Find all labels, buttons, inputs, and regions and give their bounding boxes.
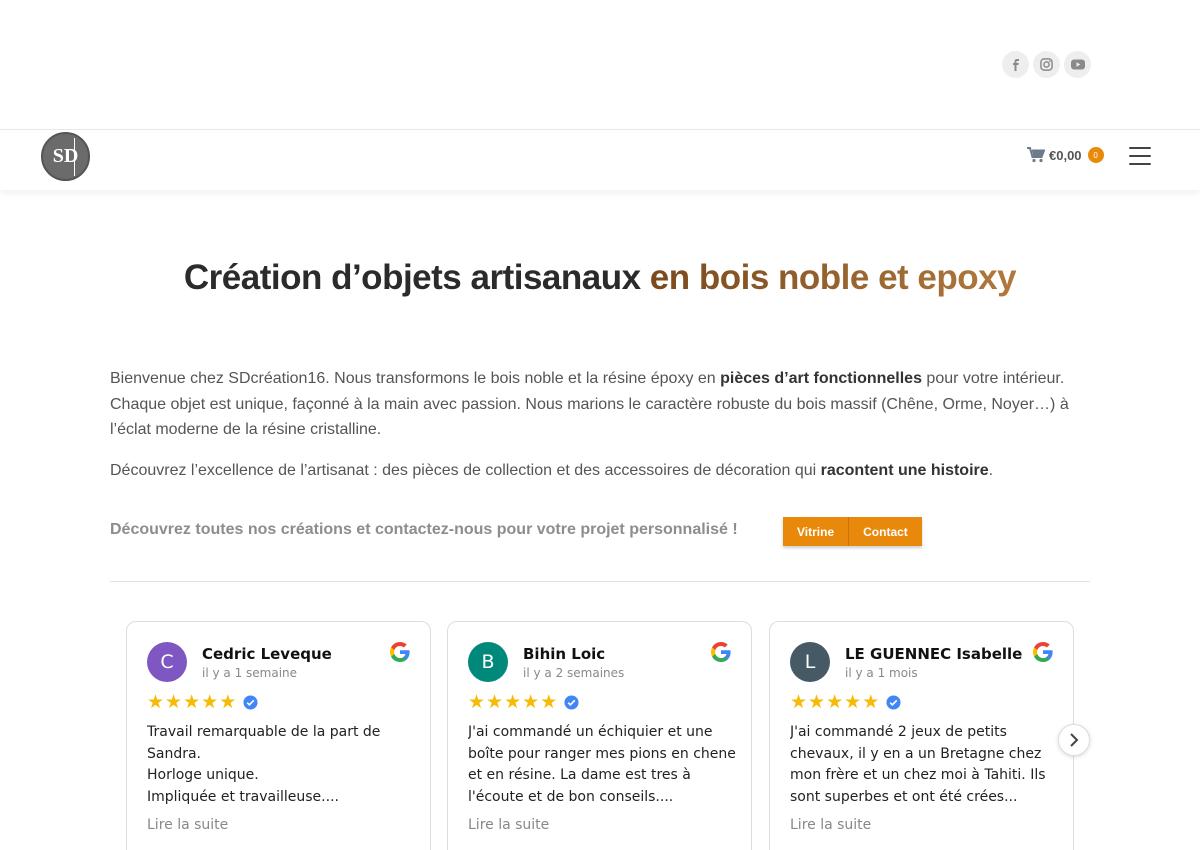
star-icon: ★ [201,691,219,713]
cart-count-badge: 0 [1087,147,1104,163]
cart-icon [1027,147,1045,163]
intro-text: Bienvenue chez SDcréation16. Nous transf… [110,366,1095,498]
social-links [1002,51,1091,78]
intro-paragraph-2: Découvrez l’excellence de l’artisanat : … [110,461,994,479]
star-icon: ★ [165,691,183,713]
cart-amount: €0,00 [1049,147,1082,163]
page-title-part1: Création d’objets artisanaux [183,258,650,297]
vitrine-button[interactable]: Vitrine [783,517,849,546]
google-icon [1033,642,1053,662]
site-header: SD €0,00 0 [0,129,1200,190]
instagram-icon[interactable] [1033,51,1060,78]
star-icon: ★ [504,691,522,713]
rating-stars: ★ ★ ★ ★ ★ [147,693,258,712]
reviewer-name: LE GUENNEC Isabelle [845,645,1023,663]
site-logo[interactable]: SD [41,132,90,181]
review-text: J'ai commandé 2 jeux de petits chevaux, … [790,724,1046,805]
review-text: J'ai commandé un échiquier et une boîte … [468,724,736,805]
review-card: L LE GUENNEC Isabelle il y a 1 mois ★ ★ ★ ★… [769,621,1074,850]
star-icon: ★ [808,691,826,713]
contact-button[interactable]: Contact [848,517,922,546]
google-icon [711,642,731,662]
review-text: Travail remarquable de la part de Sandra… [147,724,381,805]
review-card: C Cedric Leveque il y a 1 semaine ★ ★ ★ ★ ★ … [126,621,431,850]
review-time: il y a 1 semaine [202,666,298,680]
verified-badge-icon [886,695,901,710]
rating-stars: ★ ★ ★ ★ ★ [468,693,579,712]
reviewer-name: Cedric Leveque [202,645,332,663]
reviewer-name: Bihin Loic [523,645,606,663]
facebook-icon[interactable] [1002,51,1029,78]
star-icon: ★ [844,691,862,713]
star-icon: ★ [522,691,540,713]
reviewer-avatar: C [147,642,187,682]
review-time: il y a 2 semaines [523,666,625,680]
review-card: B Bihin Loic il y a 2 semaines ★ ★ ★ ★ ★ J'a… [447,621,752,850]
chevron-right-icon [1070,733,1079,747]
carousel-next-button[interactable] [1058,724,1090,756]
menu-icon[interactable] [1129,147,1151,165]
google-icon [390,642,410,662]
rating-stars: ★ ★ ★ ★ ★ [790,693,901,712]
star-icon: ★ [790,691,808,713]
star-icon: ★ [486,691,504,713]
page-title: Création d’objets artisanaux en bois nob… [0,258,1200,298]
review-time: il y a 1 mois [845,666,918,680]
star-icon: ★ [147,691,165,713]
section-divider [110,581,1090,582]
read-more-link[interactable]: Lire la suite [790,817,871,833]
star-icon: ★ [468,691,486,713]
logo-ring-decoration [74,138,88,176]
reviewer-avatar: B [468,642,508,682]
star-icon: ★ [826,691,844,713]
youtube-icon[interactable] [1064,51,1091,78]
star-icon: ★ [219,691,237,713]
verified-badge-icon [564,695,579,710]
top-bar [0,0,1200,129]
star-icon: ★ [183,691,201,713]
star-icon: ★ [540,691,558,713]
cta-text: Découvrez toutes nos créations et contac… [110,521,738,538]
read-more-link[interactable]: Lire la suite [468,817,549,833]
verified-badge-icon [243,695,258,710]
cart-link[interactable]: €0,00 0 [1027,147,1104,163]
page-title-part2: en bois noble et epoxy [649,258,1017,297]
cta-button-group: Vitrine Contact [783,517,922,546]
reviewer-avatar: L [790,642,830,682]
intro-paragraph-1: Bienvenue chez SDcréation16. Nous transf… [110,370,1069,438]
star-icon: ★ [862,691,880,713]
read-more-link[interactable]: Lire la suite [147,817,228,833]
